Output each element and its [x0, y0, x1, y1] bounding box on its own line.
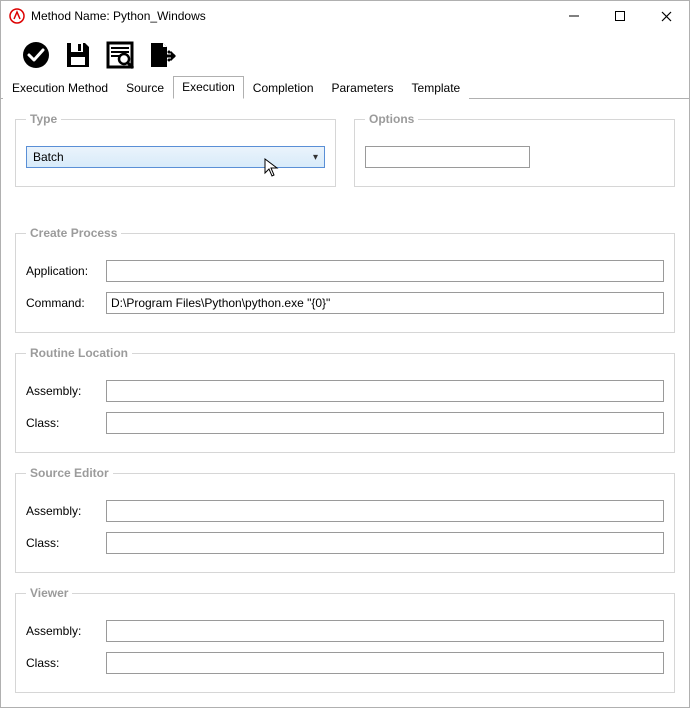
tab-parameters[interactable]: Parameters: [323, 77, 403, 99]
toolbar: [1, 31, 689, 75]
save-button[interactable]: [61, 38, 95, 72]
source-editor-assembly-input[interactable]: [106, 500, 664, 522]
routine-location-group: Routine Location Assembly: Class:: [15, 353, 675, 453]
viewer-class-input[interactable]: [106, 652, 664, 674]
viewer-legend: Viewer: [26, 586, 72, 600]
close-button[interactable]: [643, 1, 689, 31]
options-group: Options: [354, 119, 675, 187]
ok-button[interactable]: [19, 38, 53, 72]
type-legend: Type: [26, 112, 61, 126]
type-group: Type Batch ▾: [15, 119, 336, 187]
command-label: Command:: [26, 296, 106, 310]
type-selected-value: Batch: [33, 150, 64, 164]
options-input[interactable]: [365, 146, 530, 168]
tab-execution-method[interactable]: Execution Method: [3, 77, 117, 99]
title-bar: Method Name: Python_Windows: [1, 1, 689, 31]
options-legend: Options: [365, 112, 418, 126]
application-input[interactable]: [106, 260, 664, 282]
tab-execution[interactable]: Execution: [173, 76, 244, 99]
export-button[interactable]: [145, 38, 179, 72]
application-label: Application:: [26, 264, 106, 278]
source-editor-legend: Source Editor: [26, 466, 113, 480]
minimize-button[interactable]: [551, 1, 597, 31]
routine-assembly-label: Assembly:: [26, 384, 106, 398]
maximize-button[interactable]: [597, 1, 643, 31]
routine-class-label: Class:: [26, 416, 106, 430]
create-process-group: Create Process Application: Command:: [15, 233, 675, 333]
source-editor-assembly-label: Assembly:: [26, 504, 106, 518]
viewer-class-label: Class:: [26, 656, 106, 670]
preview-button[interactable]: [103, 38, 137, 72]
create-process-legend: Create Process: [26, 226, 121, 240]
command-input[interactable]: [106, 292, 664, 314]
app-icon: [9, 8, 25, 24]
tab-source[interactable]: Source: [117, 77, 173, 99]
window: Method Name: Python_Windows: [0, 0, 690, 708]
source-editor-class-label: Class:: [26, 536, 106, 550]
window-title: Method Name: Python_Windows: [31, 9, 206, 23]
viewer-group: Viewer Assembly: Class:: [15, 593, 675, 693]
tab-strip: Execution Method Source Execution Comple…: [1, 75, 689, 99]
viewer-assembly-input[interactable]: [106, 620, 664, 642]
tab-completion[interactable]: Completion: [244, 77, 323, 99]
tab-template[interactable]: Template: [403, 77, 470, 99]
routine-assembly-input[interactable]: [106, 380, 664, 402]
type-combobox[interactable]: Batch ▾: [26, 146, 325, 168]
routine-location-legend: Routine Location: [26, 346, 132, 360]
chevron-down-icon: ▾: [313, 152, 318, 163]
source-editor-class-input[interactable]: [106, 532, 664, 554]
source-editor-group: Source Editor Assembly: Class:: [15, 473, 675, 573]
routine-class-input[interactable]: [106, 412, 664, 434]
viewer-assembly-label: Assembly:: [26, 624, 106, 638]
tab-content: Type Batch ▾ Options Create Process Appl…: [1, 99, 689, 707]
